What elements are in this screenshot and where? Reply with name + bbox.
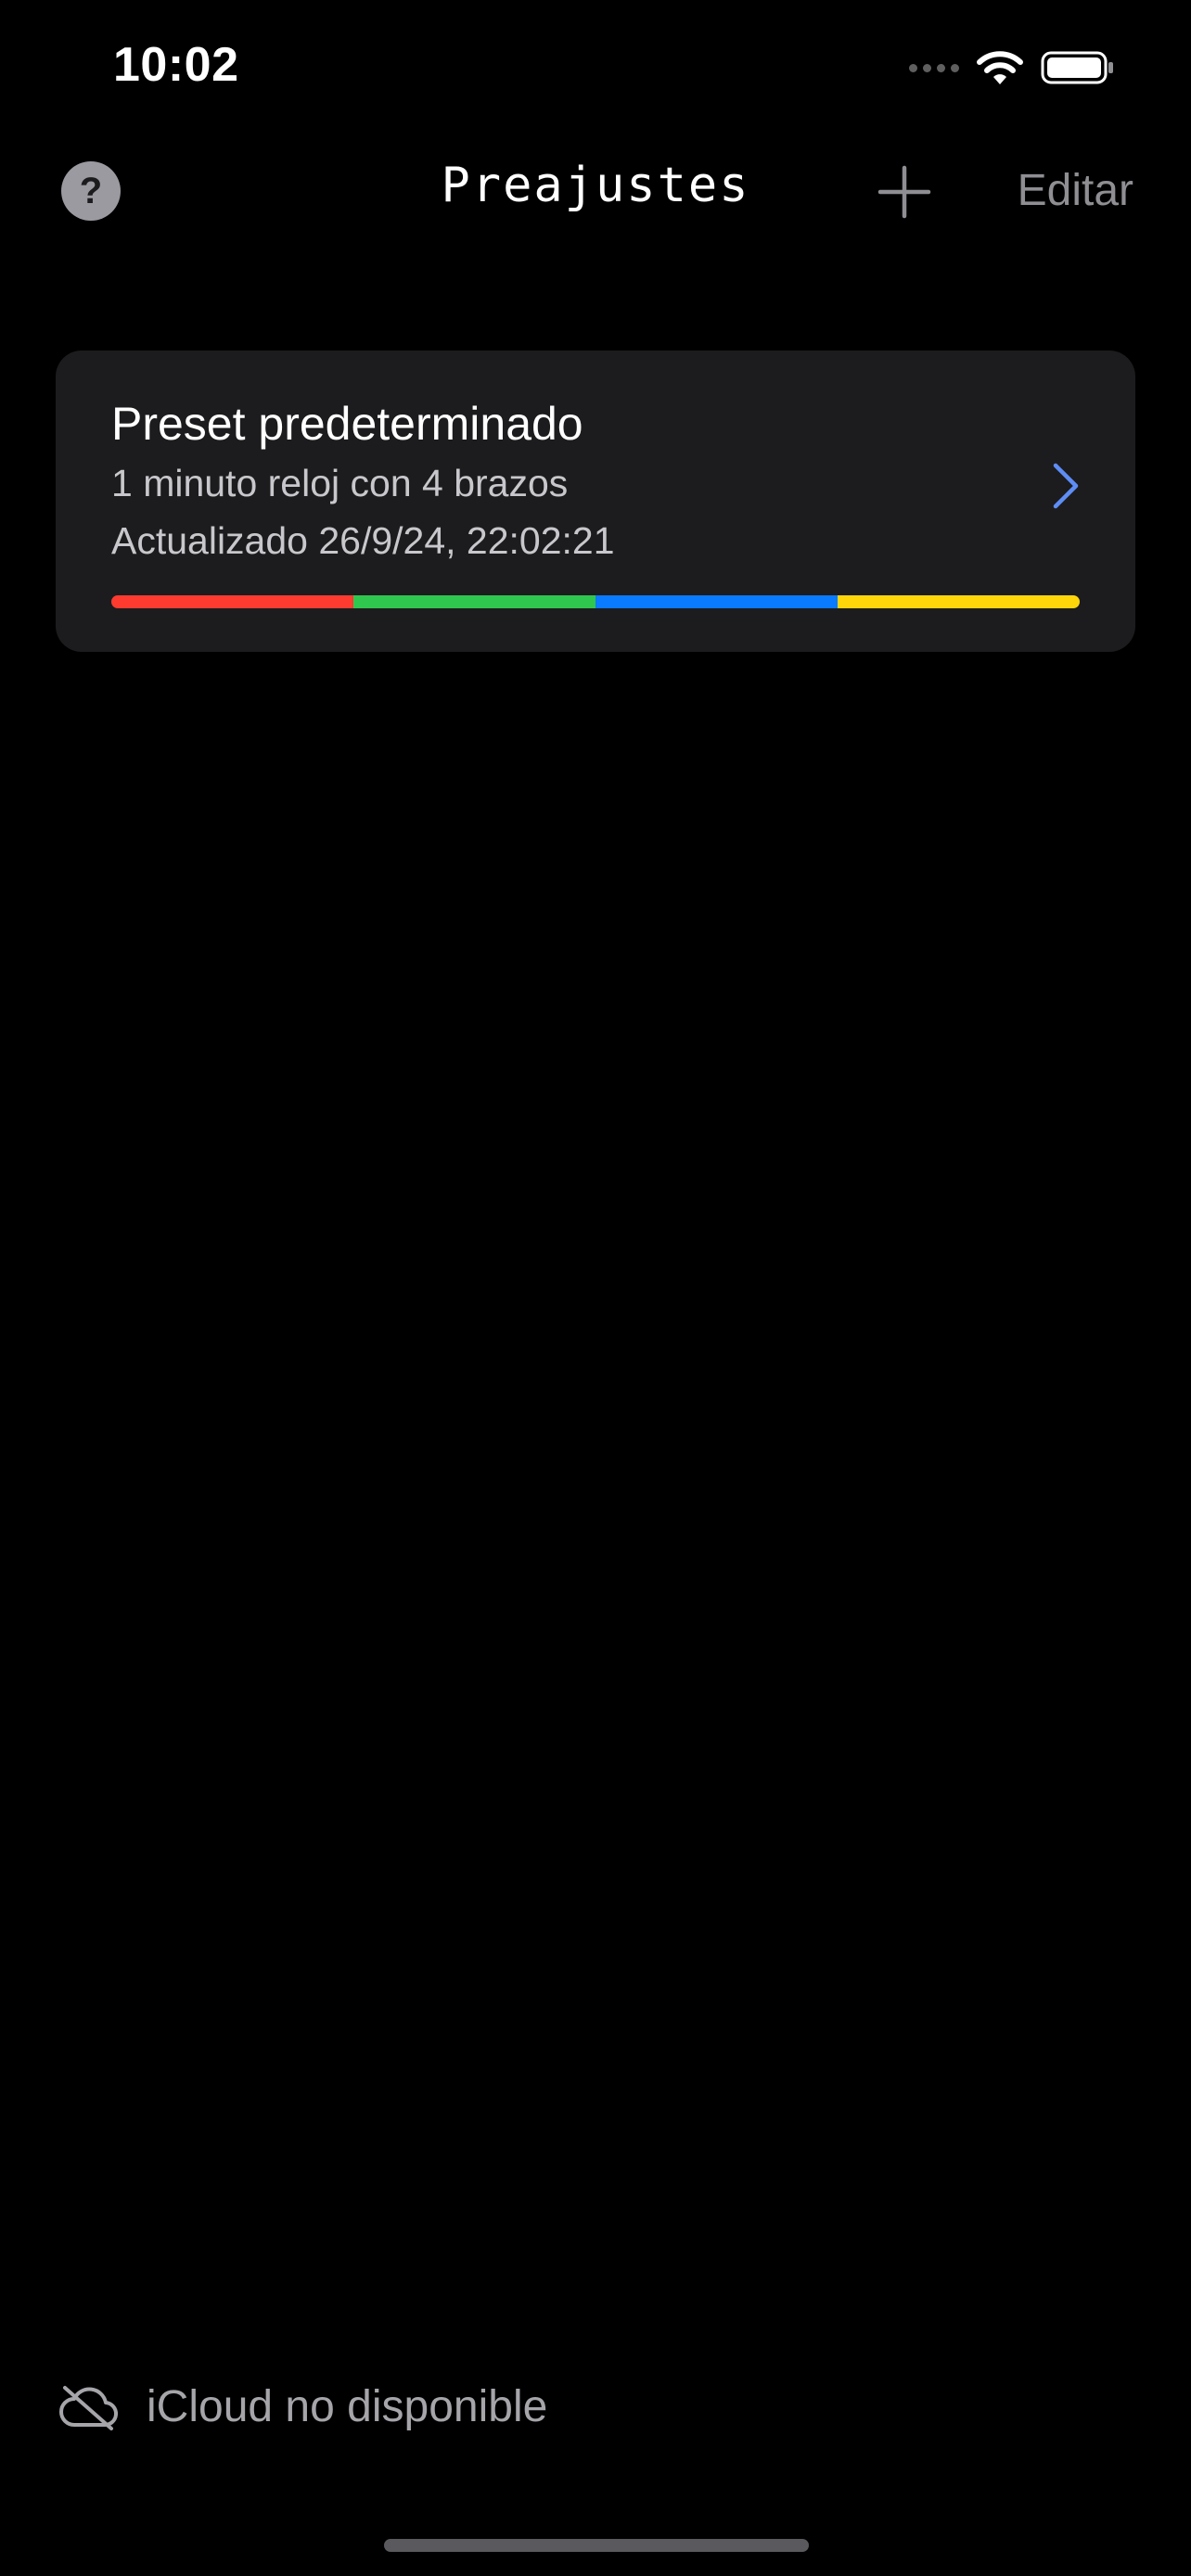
preset-color-bar — [111, 595, 1080, 608]
home-indicator[interactable] — [384, 2539, 809, 2552]
chevron-right-icon — [1053, 463, 1079, 509]
preset-card[interactable]: Preset predeterminado 1 minuto reloj con… — [56, 351, 1135, 652]
battery-icon — [1041, 51, 1113, 84]
preset-description: 1 minuto reloj con 4 brazos — [111, 462, 569, 504]
cloud-off-icon — [59, 2385, 118, 2430]
color-bar-segment-1 — [111, 595, 353, 608]
preset-updated-timestamp: Actualizado 26/9/24, 22:02:21 — [111, 519, 615, 562]
icloud-status: iCloud no disponible — [58, 2381, 547, 2432]
cellular-signal-icon — [909, 63, 959, 72]
plus-icon — [877, 165, 931, 219]
status-time: 10:02 — [113, 38, 239, 92]
color-bar-segment-3 — [596, 595, 838, 608]
add-preset-button[interactable] — [877, 164, 932, 220]
page-title: Preajustes — [441, 158, 750, 213]
color-bar-segment-4 — [838, 595, 1080, 608]
wifi-icon — [977, 51, 1023, 84]
color-bar-segment-2 — [353, 595, 596, 608]
icloud-status-label: iCloud no disponible — [147, 2382, 548, 2431]
preset-name: Preset predeterminado — [111, 398, 583, 450]
edit-button[interactable]: Editar — [1018, 165, 1133, 216]
status-icons — [909, 46, 1115, 89]
